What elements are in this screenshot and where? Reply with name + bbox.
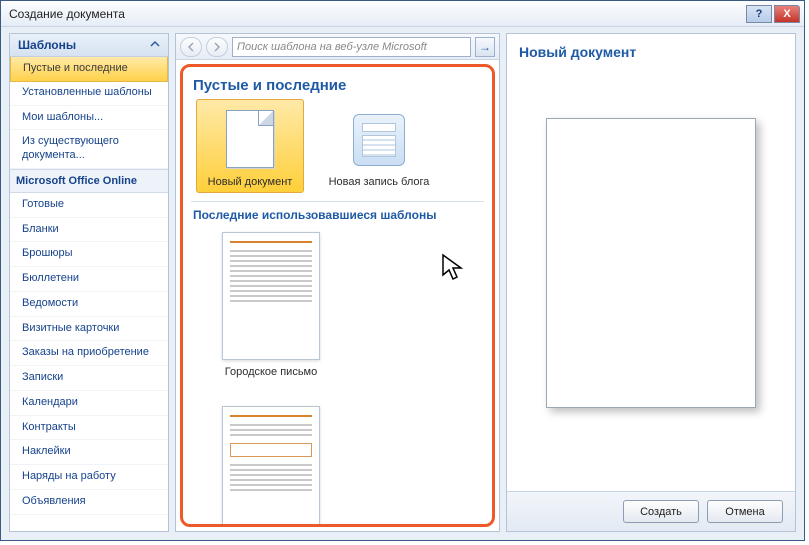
sidebar-section-online: Microsoft Office Online (10, 169, 168, 193)
sidebar-item-online-1[interactable]: Бланки (10, 218, 168, 243)
window-title: Создание документа (9, 7, 744, 21)
preview-panel: Новый документ Создать Отмена (506, 33, 796, 532)
close-button[interactable]: X (774, 5, 800, 23)
search-go-button[interactable]: → (475, 37, 495, 57)
highlighted-region: Пустые и последние Новый документ Новая … (180, 64, 495, 527)
recent-title: Последние использовавшиеся шаблоны (191, 201, 484, 228)
titlebar[interactable]: Создание документа ? X (1, 1, 804, 27)
sidebar-item-from-existing[interactable]: Из существующего документа... (10, 130, 168, 169)
document-icon (224, 108, 276, 170)
nav-forward-button[interactable] (206, 37, 228, 57)
sidebar-item-online-12[interactable]: Объявления (10, 490, 168, 515)
sidebar-item-online-7[interactable]: Записки (10, 366, 168, 391)
sidebar-item-online-9[interactable]: Контракты (10, 416, 168, 441)
arrow-right-icon (212, 42, 222, 52)
sidebar-item-online-10[interactable]: Наклейки (10, 440, 168, 465)
sidebar-item-online-5[interactable]: Визитные карточки (10, 317, 168, 342)
sidebar-item-online-8[interactable]: Календари (10, 391, 168, 416)
sidebar-header-label: Шаблоны (18, 38, 76, 52)
chevron-up-icon (150, 38, 160, 52)
content-area: Шаблоны Пустые и последние Установленные… (1, 27, 804, 540)
toolbar: Поиск шаблона на веб-узле Microsoft → (176, 34, 499, 60)
button-bar: Создать Отмена (507, 491, 795, 531)
sidebar-item-online-11[interactable]: Наряды на работу (10, 465, 168, 490)
cancel-button[interactable]: Отмена (707, 500, 783, 523)
sidebar-item-blank-recent[interactable]: Пустые и последние (10, 57, 168, 82)
sidebar-item-online-0[interactable]: Готовые (10, 193, 168, 218)
tile-new-document[interactable]: Новый документ (196, 99, 304, 193)
search-placeholder: Поиск шаблона на веб-узле Microsoft (237, 41, 427, 53)
recent-row: Городское письмо Обычный отчет (191, 228, 484, 527)
sidebar-item-online-2[interactable]: Брошюры (10, 242, 168, 267)
sidebar-item-online-3[interactable]: Бюллетени (10, 267, 168, 292)
template-thumb (222, 232, 320, 360)
preview-body (507, 64, 795, 491)
create-button[interactable]: Создать (623, 500, 699, 523)
arrow-left-icon (186, 42, 196, 52)
sidebar-header[interactable]: Шаблоны (10, 34, 168, 57)
tile-label: Новый документ (197, 176, 303, 188)
template-thumb (222, 406, 320, 527)
sidebar: Шаблоны Пустые и последние Установленные… (9, 33, 169, 532)
tile-row: Новый документ Новая запись блога (191, 102, 484, 199)
title-controls: ? X (744, 5, 800, 23)
sidebar-item-installed[interactable]: Установленные шаблоны (10, 81, 168, 106)
preview-title: Новый документ (507, 34, 795, 64)
search-input[interactable]: Поиск шаблона на веб-узле Microsoft (232, 37, 471, 57)
sidebar-item-online-6[interactable]: Заказы на приобретение (10, 341, 168, 366)
tile-label: Новая запись блога (325, 176, 433, 188)
tile-new-blog[interactable]: Новая запись блога (325, 104, 433, 193)
blank-page-preview (546, 118, 756, 408)
sidebar-list[interactable]: Пустые и последние Установленные шаблоны… (10, 57, 168, 531)
section-title: Пустые и последние (191, 73, 484, 102)
sidebar-item-online-4[interactable]: Ведомости (10, 292, 168, 317)
dialog-window: Создание документа ? X Шаблоны Пустые и … (0, 0, 805, 541)
nav-back-button[interactable] (180, 37, 202, 57)
recent-item-0[interactable]: Городское письмо (201, 232, 341, 378)
help-button[interactable]: ? (746, 5, 772, 23)
recent-item-1[interactable]: Обычный отчет (201, 406, 341, 527)
main-panel: Поиск шаблона на веб-узле Microsoft → Пу… (175, 33, 500, 532)
sidebar-item-my-templates[interactable]: Мои шаблоны... (10, 106, 168, 131)
blog-icon (353, 114, 405, 166)
recent-label: Городское письмо (201, 366, 341, 378)
